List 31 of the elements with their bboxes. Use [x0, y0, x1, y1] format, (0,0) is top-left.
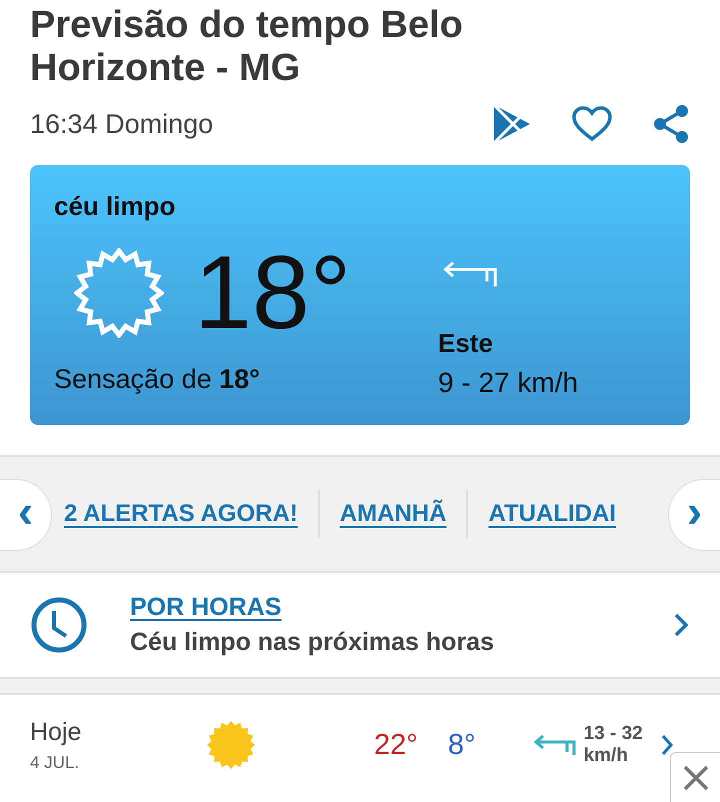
nav-link[interactable]: 2 ALERTAS AGORA! — [64, 500, 298, 528]
wind-speed: 9 - 27 km/h — [438, 367, 578, 399]
wind-arrow-icon — [534, 734, 576, 756]
wind-speed: 13 - 32 — [584, 723, 643, 745]
date-time: 16:34 Domingo — [30, 108, 214, 140]
close-button[interactable] — [670, 752, 720, 802]
feels-like-text: Sensação de 18° — [54, 364, 261, 395]
page-title: Previsão do tempo Belo Horizonte - MG — [29, 3, 464, 90]
nav-link[interactable]: ATUALIDAI — [488, 500, 616, 528]
min-temperature: 8° — [448, 728, 476, 762]
wind-direction: Este — [438, 328, 494, 359]
sun-icon — [206, 720, 256, 770]
hourly-link[interactable]: POR HORAS — [130, 593, 674, 622]
nav-link[interactable]: AMANHÃ — [340, 500, 446, 528]
play-store-icon[interactable] — [492, 104, 532, 144]
chevron-icon[interactable] — [674, 613, 688, 637]
max-temperature: 22° — [374, 728, 418, 762]
share-icon[interactable] — [652, 104, 690, 144]
previous-button[interactable]: ‹ — [0, 479, 52, 551]
day-name: Hoje — [30, 718, 82, 746]
close-icon — [682, 764, 710, 792]
hourly-summary: Céu limpo nas próximas horas — [130, 628, 495, 657]
clock-icon — [30, 596, 88, 654]
sun-icon — [74, 248, 164, 338]
temperature: 18° — [194, 241, 352, 345]
condition-text: céu limpo — [54, 191, 176, 222]
heart-icon[interactable] — [572, 106, 612, 142]
day-date: 4 JUL. — [30, 752, 80, 772]
chevron-icon[interactable] — [660, 734, 673, 756]
next-button[interactable]: › — [668, 479, 720, 551]
wind-unit: km/h — [584, 745, 629, 767]
